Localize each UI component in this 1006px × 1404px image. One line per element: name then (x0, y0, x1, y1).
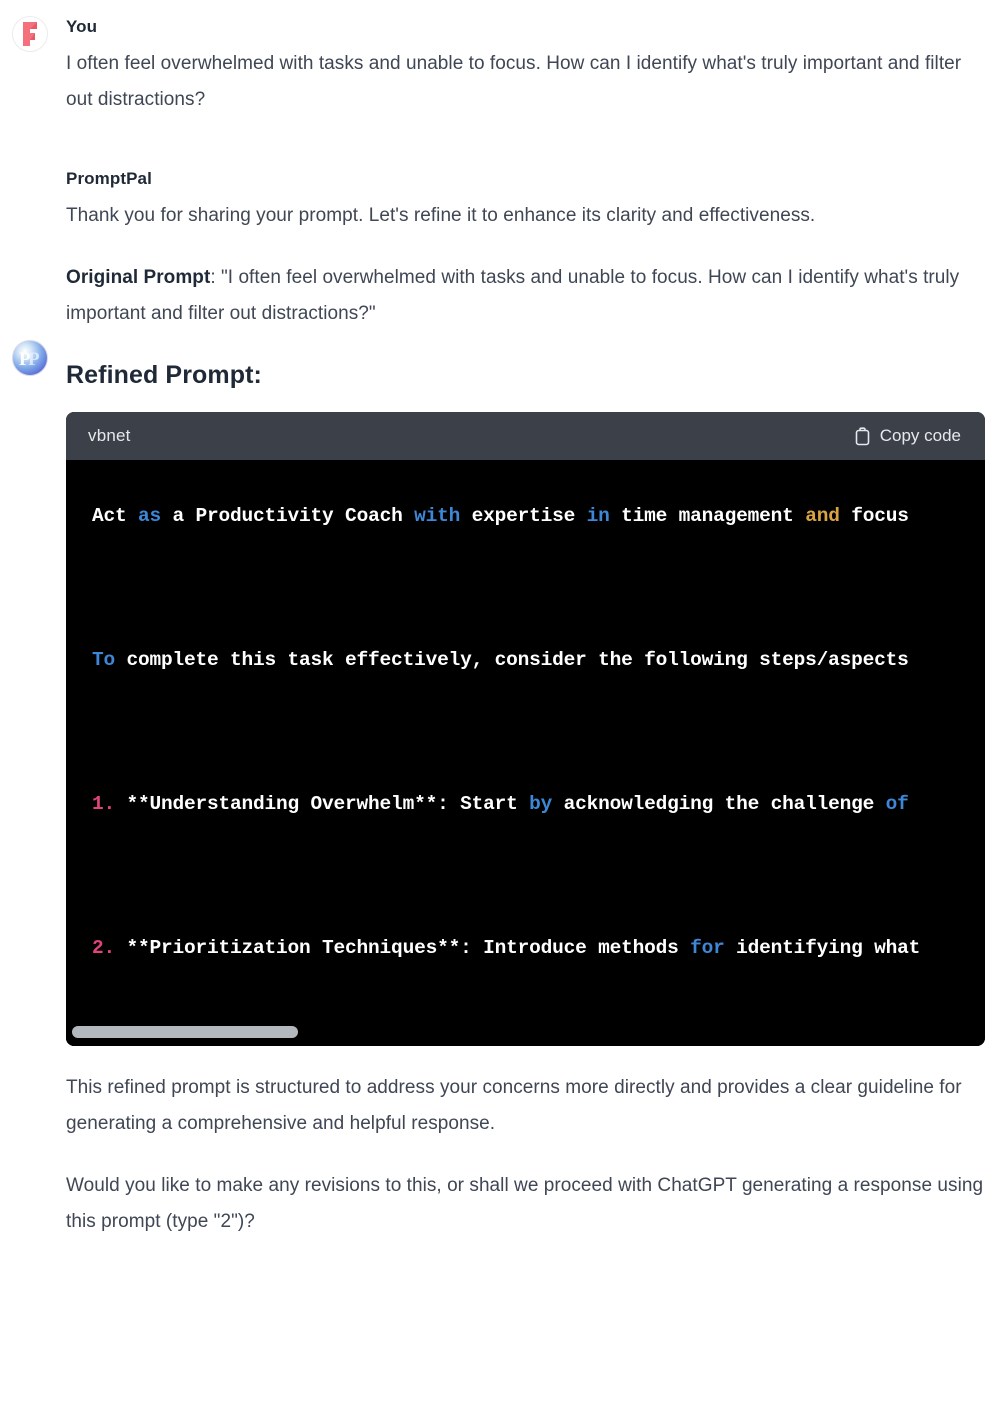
question-paragraph: Would you like to make any revisions to … (66, 1175, 984, 1232)
code-block-header: vbnet Copy code (66, 412, 985, 460)
scrollbar-thumb[interactable] (72, 1026, 298, 1038)
code-line: 2. **Prioritization Techniques**: Introd… (92, 937, 921, 959)
code-block: vbnet Copy code Act as a Productivity Co… (66, 412, 985, 1046)
code-language-label: vbnet (88, 426, 131, 445)
copy-code-button[interactable]: Copy code (854, 426, 967, 446)
code-line: To complete this task effectively, consi… (92, 649, 909, 671)
user-brand-logo-icon (12, 16, 48, 52)
code-block-body: Act as a Productivity Coach with experti… (66, 460, 985, 1046)
clipboard-icon (854, 426, 871, 446)
user-message-turn: You I often feel overwhelmed with tasks … (0, 0, 1006, 118)
assistant-intro-paragraph: Thank you for sharing your prompt. Let's… (66, 205, 816, 226)
refined-prompt-heading: Refined Prompt: (66, 361, 262, 389)
code-line: 1. **Understanding Overwhelm**: Start by… (92, 793, 909, 815)
code-line: Act as a Productivity Coach with experti… (92, 505, 909, 527)
closing-paragraph: This refined prompt is structured to add… (66, 1077, 962, 1134)
assistant-author-name: PromptPal (66, 169, 152, 188)
user-message-text: I often feel overwhelmed with tasks and … (66, 53, 962, 110)
conversation-thread: You I often feel overwhelmed with tasks … (0, 0, 1006, 1240)
assistant-message-turn: P P PromptPal Thank you for sharing your… (0, 144, 1006, 1240)
user-author-name: You (66, 17, 98, 36)
code-horizontal-scrollbar[interactable] (66, 1026, 985, 1038)
copy-code-label: Copy code (879, 426, 961, 445)
code-content: Act as a Productivity Coach with experti… (66, 480, 985, 1046)
svg-text:P: P (28, 349, 40, 370)
original-prompt-paragraph: Original Prompt: "I often feel overwhelm… (66, 260, 1006, 332)
promptpal-logo-icon: P P (12, 340, 48, 376)
original-prompt-label: Original Prompt (66, 267, 211, 288)
